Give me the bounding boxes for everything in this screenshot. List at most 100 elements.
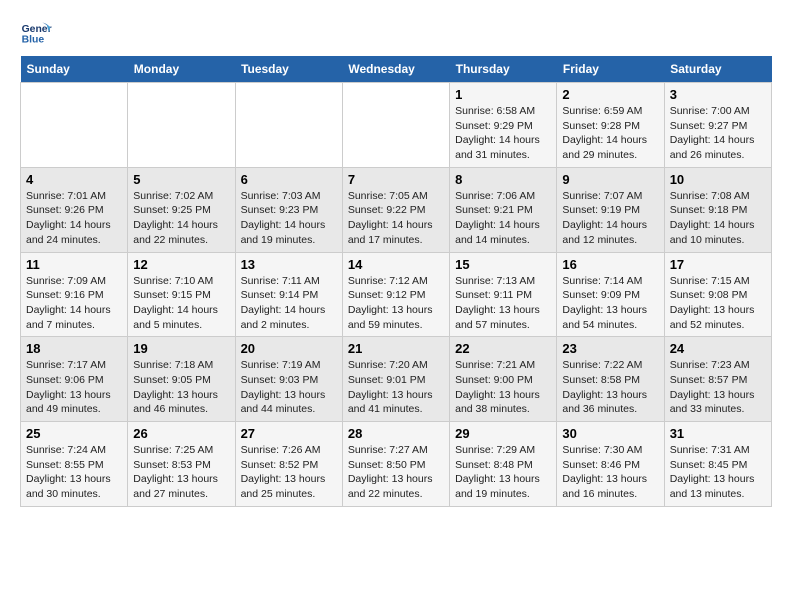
calendar-cell: 29 Sunrise: 7:29 AM Sunset: 8:48 PM Dayli… bbox=[450, 422, 557, 507]
day-number: 18 bbox=[26, 341, 122, 356]
day-number: 7 bbox=[348, 172, 444, 187]
day-number: 11 bbox=[26, 257, 122, 272]
day-info: Sunrise: 7:24 AM Sunset: 8:55 PM Dayligh… bbox=[26, 443, 122, 502]
calendar-cell: 17Sunrise: 7:15 AM Sunset: 9:08 PM Dayli… bbox=[664, 252, 771, 337]
calendar-cell: 15 Sunrise: 7:13 AM Sunset: 9:11 PM Dayli… bbox=[450, 252, 557, 337]
day-number: 27 bbox=[241, 426, 337, 441]
calendar-cell: 27 Sunrise: 7:26 AM Sunset: 8:52 PM Dayli… bbox=[235, 422, 342, 507]
calendar-cell: 16 Sunrise: 7:14 AM Sunset: 9:09 PM Dayli… bbox=[557, 252, 664, 337]
day-number: 29 bbox=[455, 426, 551, 441]
calendar-cell: 8 Sunrise: 7:06 AM Sunset: 9:21 PM Daylig… bbox=[450, 167, 557, 252]
day-info: Sunrise: 7:11 AM Sunset: 9:14 PM Dayligh… bbox=[241, 274, 337, 333]
calendar-cell: 21 Sunrise: 7:20 AM Sunset: 9:01 PM Dayli… bbox=[342, 337, 449, 422]
calendar-cell: 22Sunrise: 7:21 AM Sunset: 9:00 PM Dayli… bbox=[450, 337, 557, 422]
day-number: 30 bbox=[562, 426, 658, 441]
weekday-header-tuesday: Tuesday bbox=[235, 56, 342, 83]
day-number: 28 bbox=[348, 426, 444, 441]
calendar-cell: 24 Sunrise: 7:23 AM Sunset: 8:57 PM Dayli… bbox=[664, 337, 771, 422]
day-number: 12 bbox=[133, 257, 229, 272]
week-row-4: 18Sunrise: 7:17 AM Sunset: 9:06 PM Dayli… bbox=[21, 337, 772, 422]
day-info: Sunrise: 6:59 AM Sunset: 9:28 PM Dayligh… bbox=[562, 104, 658, 163]
day-info: Sunrise: 7:29 AM Sunset: 8:48 PM Dayligh… bbox=[455, 443, 551, 502]
day-info: Sunrise: 7:09 AM Sunset: 9:16 PM Dayligh… bbox=[26, 274, 122, 333]
weekday-header-sunday: Sunday bbox=[21, 56, 128, 83]
calendar-cell: 14 Sunrise: 7:12 AM Sunset: 9:12 PM Dayli… bbox=[342, 252, 449, 337]
calendar-cell: 18Sunrise: 7:17 AM Sunset: 9:06 PM Dayli… bbox=[21, 337, 128, 422]
day-number: 3 bbox=[670, 87, 766, 102]
day-info: Sunrise: 7:25 AM Sunset: 8:53 PM Dayligh… bbox=[133, 443, 229, 502]
day-info: Sunrise: 7:14 AM Sunset: 9:09 PM Dayligh… bbox=[562, 274, 658, 333]
week-row-1: 1Sunrise: 6:58 AM Sunset: 9:29 PM Daylig… bbox=[21, 83, 772, 168]
day-number: 13 bbox=[241, 257, 337, 272]
day-info: Sunrise: 7:19 AM Sunset: 9:03 PM Dayligh… bbox=[241, 358, 337, 417]
week-row-2: 4 Sunrise: 7:01 AM Sunset: 9:26 PM Daylig… bbox=[21, 167, 772, 252]
weekday-header-friday: Friday bbox=[557, 56, 664, 83]
day-number: 15 bbox=[455, 257, 551, 272]
calendar-cell: 26 Sunrise: 7:25 AM Sunset: 8:53 PM Dayli… bbox=[128, 422, 235, 507]
logo-icon: General Blue bbox=[20, 16, 52, 48]
day-number: 24 bbox=[670, 341, 766, 356]
day-info: Sunrise: 7:03 AM Sunset: 9:23 PM Dayligh… bbox=[241, 189, 337, 248]
calendar-cell: 7 Sunrise: 7:05 AM Sunset: 9:22 PM Daylig… bbox=[342, 167, 449, 252]
calendar-cell: 4 Sunrise: 7:01 AM Sunset: 9:26 PM Daylig… bbox=[21, 167, 128, 252]
weekday-header-wednesday: Wednesday bbox=[342, 56, 449, 83]
calendar-cell bbox=[21, 83, 128, 168]
weekday-row: SundayMondayTuesdayWednesdayThursdayFrid… bbox=[21, 56, 772, 83]
calendar-cell: 5 Sunrise: 7:02 AM Sunset: 9:25 PM Daylig… bbox=[128, 167, 235, 252]
day-number: 23 bbox=[562, 341, 658, 356]
day-info: Sunrise: 7:10 AM Sunset: 9:15 PM Dayligh… bbox=[133, 274, 229, 333]
weekday-header-thursday: Thursday bbox=[450, 56, 557, 83]
calendar-cell: 9 Sunrise: 7:07 AM Sunset: 9:19 PM Daylig… bbox=[557, 167, 664, 252]
day-info: Sunrise: 7:00 AM Sunset: 9:27 PM Dayligh… bbox=[670, 104, 766, 163]
calendar-cell: 10 Sunrise: 7:08 AM Sunset: 9:18 PM Dayli… bbox=[664, 167, 771, 252]
calendar-cell: 19Sunrise: 7:18 AM Sunset: 9:05 PM Dayli… bbox=[128, 337, 235, 422]
calendar-cell: 3 Sunrise: 7:00 AM Sunset: 9:27 PM Daylig… bbox=[664, 83, 771, 168]
day-info: Sunrise: 7:08 AM Sunset: 9:18 PM Dayligh… bbox=[670, 189, 766, 248]
calendar-cell bbox=[128, 83, 235, 168]
weekday-header-monday: Monday bbox=[128, 56, 235, 83]
calendar-cell: 11 Sunrise: 7:09 AM Sunset: 9:16 PM Dayli… bbox=[21, 252, 128, 337]
weekday-header-saturday: Saturday bbox=[664, 56, 771, 83]
day-info: Sunrise: 7:20 AM Sunset: 9:01 PM Dayligh… bbox=[348, 358, 444, 417]
day-info: Sunrise: 7:23 AM Sunset: 8:57 PM Dayligh… bbox=[670, 358, 766, 417]
day-info: Sunrise: 7:31 AM Sunset: 8:45 PM Dayligh… bbox=[670, 443, 766, 502]
day-number: 16 bbox=[562, 257, 658, 272]
calendar-cell: 13 Sunrise: 7:11 AM Sunset: 9:14 PM Dayli… bbox=[235, 252, 342, 337]
day-info: Sunrise: 7:02 AM Sunset: 9:25 PM Dayligh… bbox=[133, 189, 229, 248]
day-number: 4 bbox=[26, 172, 122, 187]
day-number: 14 bbox=[348, 257, 444, 272]
calendar-cell: 25Sunrise: 7:24 AM Sunset: 8:55 PM Dayli… bbox=[21, 422, 128, 507]
calendar-table: SundayMondayTuesdayWednesdayThursdayFrid… bbox=[20, 56, 772, 507]
calendar-header: SundayMondayTuesdayWednesdayThursdayFrid… bbox=[21, 56, 772, 83]
day-info: Sunrise: 7:05 AM Sunset: 9:22 PM Dayligh… bbox=[348, 189, 444, 248]
calendar-cell: 12 Sunrise: 7:10 AM Sunset: 9:15 PM Dayli… bbox=[128, 252, 235, 337]
day-number: 20 bbox=[241, 341, 337, 356]
logo: General Blue bbox=[20, 16, 52, 48]
day-number: 1 bbox=[455, 87, 551, 102]
calendar-cell: 30Sunrise: 7:30 AM Sunset: 8:46 PM Dayli… bbox=[557, 422, 664, 507]
day-info: Sunrise: 7:12 AM Sunset: 9:12 PM Dayligh… bbox=[348, 274, 444, 333]
day-info: Sunrise: 7:13 AM Sunset: 9:11 PM Dayligh… bbox=[455, 274, 551, 333]
calendar-cell: 20 Sunrise: 7:19 AM Sunset: 9:03 PM Dayli… bbox=[235, 337, 342, 422]
calendar-cell: 6 Sunrise: 7:03 AM Sunset: 9:23 PM Daylig… bbox=[235, 167, 342, 252]
day-number: 10 bbox=[670, 172, 766, 187]
day-number: 19 bbox=[133, 341, 229, 356]
day-info: Sunrise: 7:27 AM Sunset: 8:50 PM Dayligh… bbox=[348, 443, 444, 502]
day-number: 8 bbox=[455, 172, 551, 187]
day-number: 5 bbox=[133, 172, 229, 187]
calendar-cell: 28 Sunrise: 7:27 AM Sunset: 8:50 PM Dayli… bbox=[342, 422, 449, 507]
day-number: 9 bbox=[562, 172, 658, 187]
day-info: Sunrise: 7:07 AM Sunset: 9:19 PM Dayligh… bbox=[562, 189, 658, 248]
week-row-3: 11 Sunrise: 7:09 AM Sunset: 9:16 PM Dayli… bbox=[21, 252, 772, 337]
day-number: 26 bbox=[133, 426, 229, 441]
day-info: Sunrise: 7:26 AM Sunset: 8:52 PM Dayligh… bbox=[241, 443, 337, 502]
day-number: 6 bbox=[241, 172, 337, 187]
day-info: Sunrise: 7:06 AM Sunset: 9:21 PM Dayligh… bbox=[455, 189, 551, 248]
calendar-cell bbox=[235, 83, 342, 168]
day-number: 21 bbox=[348, 341, 444, 356]
day-info: Sunrise: 7:01 AM Sunset: 9:26 PM Dayligh… bbox=[26, 189, 122, 248]
calendar-cell: 23Sunrise: 7:22 AM Sunset: 8:58 PM Dayli… bbox=[557, 337, 664, 422]
day-number: 2 bbox=[562, 87, 658, 102]
day-info: Sunrise: 7:15 AM Sunset: 9:08 PM Dayligh… bbox=[670, 274, 766, 333]
calendar-body: 1Sunrise: 6:58 AM Sunset: 9:29 PM Daylig… bbox=[21, 83, 772, 507]
